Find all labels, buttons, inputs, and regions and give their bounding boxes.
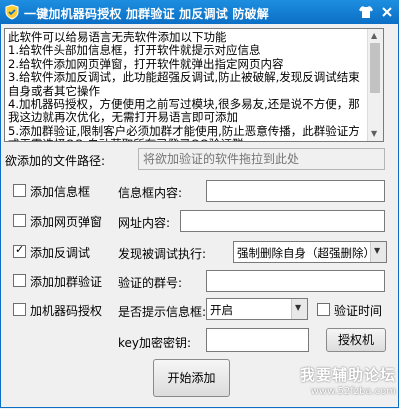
key-input[interactable] [206, 328, 309, 352]
scroll-thumb[interactable] [370, 43, 380, 93]
checkmark-icon: ✓ [15, 243, 25, 256]
group-verify-checkbox-label: 添加加群验证 [30, 275, 103, 289]
web-popup-checkbox-label: 添加网页弹窗 [30, 215, 103, 229]
url-content-label: 网址内容: [118, 216, 171, 230]
debug-action-label: 发现被调试执行: [118, 247, 207, 261]
scroll-down-icon[interactable]: ▼ [371, 129, 377, 138]
dropdown-button[interactable]: ▼ [291, 299, 307, 319]
title-bar[interactable]: 一键加机器码授权 加群验证 加反调试 防破解 [0, 0, 399, 24]
start-add-button[interactable]: 开始添加 [153, 359, 230, 397]
shirt-icon[interactable] [358, 4, 374, 20]
file-path-input[interactable] [138, 148, 385, 170]
anti-debug-checkbox-box[interactable]: ✓ [13, 243, 26, 258]
show-message-select[interactable]: 开启 ▼ [206, 298, 308, 320]
machine-code-checkbox-label: 加机器码授权 [30, 304, 103, 318]
show-message-value: 开启 [210, 303, 233, 317]
info-box-content-input[interactable] [206, 180, 385, 202]
notice-textarea[interactable]: 此软件可以给易语言无壳软件添加以下功能 1.给软件头部加信息框，打开软件就提示对… [4, 28, 384, 142]
key-label: key加密密钥: [118, 336, 192, 350]
scroll-up-icon[interactable]: ▲ [371, 31, 377, 40]
anti-debug-checkbox-label: 添加反调试 [30, 246, 91, 260]
info-box-checkbox-label: 添加信息框 [30, 185, 91, 199]
dropdown-button[interactable]: ▼ [370, 242, 386, 262]
web-popup-checkbox-box[interactable] [13, 214, 26, 227]
show-message-label: 是否提示信息框: [118, 305, 207, 319]
group-number-label: 验证的群号: [118, 276, 183, 290]
chevron-down-icon: ▼ [374, 246, 381, 255]
auth-button[interactable]: 授权机 [326, 328, 386, 352]
url-content-input[interactable] [180, 210, 385, 232]
verify-time-checkbox-box[interactable] [317, 303, 330, 316]
close-icon[interactable] [379, 4, 395, 20]
window-title: 一键加机器码授权 加群验证 加反调试 防破解 [24, 7, 269, 21]
notice-text: 此软件可以给易语言无壳软件添加以下功能 1.给软件头部加信息框，打开软件就提示对… [8, 30, 360, 141]
watermark-url: www.52fzba.com [310, 386, 396, 397]
verify-time-checkbox-label: 验证时间 [334, 304, 383, 318]
group-verify-checkbox-box[interactable] [13, 274, 26, 287]
chevron-down-icon: ▼ [295, 303, 302, 312]
group-number-input[interactable] [206, 270, 385, 292]
watermark: 我要辅助论坛 www.52fzba.com [276, 364, 396, 397]
app-shield-icon [5, 4, 19, 20]
debug-action-value: 强制删除自身（超强删除） [237, 246, 375, 260]
debug-action-select[interactable]: 强制删除自身（超强删除） ▼ [233, 241, 387, 263]
info-box-content-label: 信息框内容: [118, 186, 183, 200]
machine-code-checkbox-box[interactable] [13, 303, 26, 316]
notice-scrollbar[interactable]: ▲ ▼ [367, 29, 383, 141]
file-path-label: 欲添加的文件路径: [5, 154, 106, 168]
watermark-title: 我要辅助论坛 [299, 366, 396, 384]
info-box-checkbox-box[interactable] [13, 184, 26, 197]
